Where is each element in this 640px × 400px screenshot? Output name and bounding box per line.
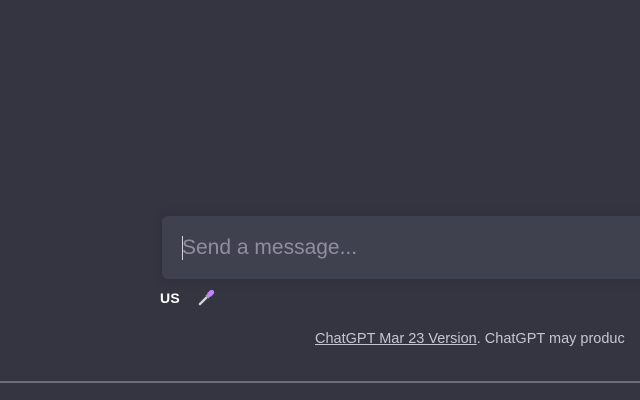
disclaimer-text: . ChatGPT may produc bbox=[476, 331, 625, 347]
bottom-bar bbox=[0, 383, 640, 400]
footer-disclaimer: ChatGPT Mar 23 Version. ChatGPT may prod… bbox=[315, 331, 625, 347]
message-composer[interactable] bbox=[162, 216, 640, 279]
language-indicator[interactable]: US bbox=[160, 290, 180, 306]
chat-page: US ChatGPT Mar 23 Version. ChatGPT may p… bbox=[0, 0, 640, 400]
microphone-icon[interactable] bbox=[194, 286, 218, 310]
message-input[interactable] bbox=[182, 216, 640, 279]
input-tools: US bbox=[160, 286, 218, 310]
version-link[interactable]: ChatGPT Mar 23 Version bbox=[315, 331, 477, 347]
